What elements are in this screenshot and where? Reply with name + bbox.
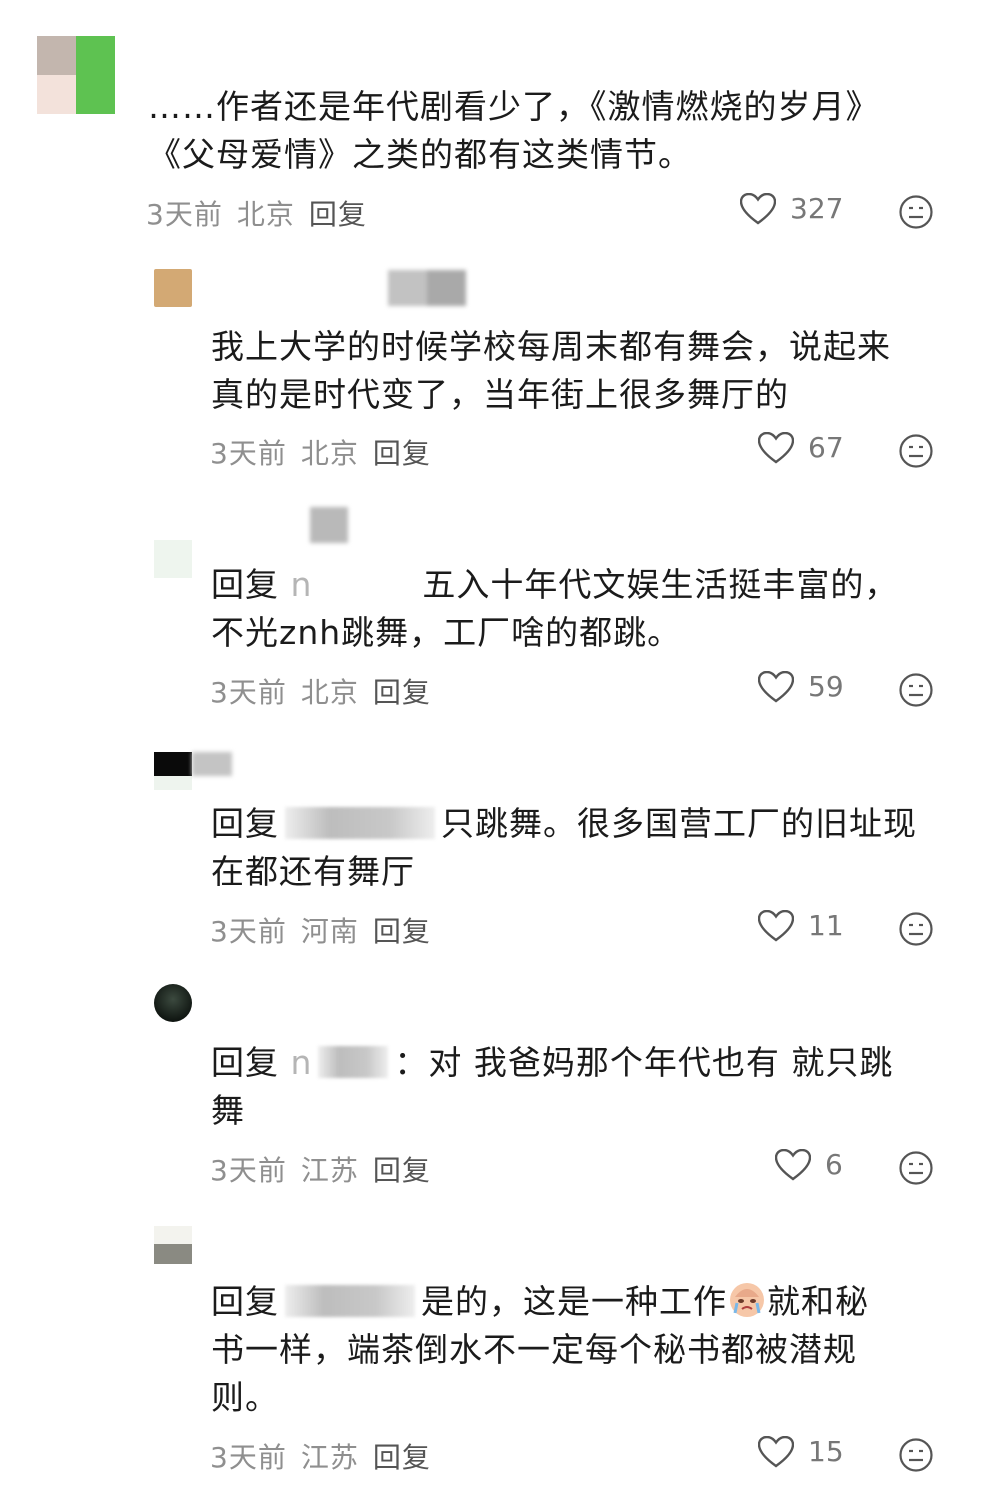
emoji-reaction-icon[interactable] [898,194,934,230]
avatar[interactable] [37,36,115,114]
comment-text[interactable]: 我上大学的时候学校每周末都有舞会，说起来 真的是时代变了，当年街上很多舞厅的 [211,323,891,419]
comment-text[interactable]: 回复 n ：对 我爸妈那个年代也有 就只跳 舞 [211,1039,893,1135]
like-button[interactable]: 15 [758,1435,844,1468]
reply-prefix: 回复 [211,1043,279,1082]
like-count: 11 [808,909,844,942]
comment-time: 3天前 [210,915,287,948]
comment-location: 江苏 [300,1154,359,1187]
avatar[interactable] [154,540,192,578]
comment-meta: 3天前 江苏 回复 [210,1436,445,1476]
username-masked [388,270,466,306]
like-button[interactable]: 67 [758,431,844,464]
reply-button[interactable]: 回复 [373,437,431,470]
avatar[interactable] [154,752,192,790]
reply-button[interactable]: 回复 [309,198,367,231]
username-masked [310,507,348,543]
reply-button[interactable]: 回复 [373,676,431,709]
comment-location: 北京 [300,437,359,470]
like-button[interactable]: 11 [758,909,844,942]
comment-meta: 3天前 北京 回复 [146,193,381,233]
username-masked [192,752,232,776]
like-count: 327 [790,192,844,225]
emoji-reaction-icon[interactable] [898,433,934,469]
like-count: 6 [825,1148,843,1181]
emoji-reaction-icon[interactable] [898,672,934,708]
like-button[interactable]: 327 [740,192,843,225]
reply-target-name[interactable]: n [291,565,313,604]
heart-icon [775,1148,811,1180]
reply-button[interactable]: 回复 [373,1154,431,1187]
comment-time: 3天前 [210,437,287,470]
avatar[interactable] [154,984,192,1022]
reply-target-name[interactable] [285,1285,415,1317]
heart-icon [758,670,794,702]
comment-location: 江苏 [300,1441,359,1474]
comment-meta: 3天前 江苏 回复 [210,1149,445,1189]
like-count: 67 [808,431,844,464]
like-button[interactable]: 6 [775,1148,843,1181]
reply-target-name[interactable]: n [291,1043,313,1082]
comment-location: 北京 [300,676,359,709]
like-button[interactable]: 59 [758,670,844,703]
heart-icon [758,1435,794,1467]
comment-location: 北京 [236,198,295,231]
reply-prefix: 回复 [211,1282,279,1321]
heart-icon [758,909,794,941]
reply-prefix: 回复 [211,804,279,843]
like-count: 59 [808,670,844,703]
heart-icon [758,431,794,463]
comment-time: 3天前 [146,198,223,231]
comment-text[interactable]: 回复 只跳舞。很多国营工厂的旧址现 在都还有舞厅 [211,800,917,896]
comment-text[interactable]: 回复 n 五入十年代文娱生活挺丰富的， 不光znh跳舞，工厂啥的都跳。 [211,561,898,657]
emoji-reaction-icon[interactable] [898,1437,934,1473]
reply-button[interactable]: 回复 [373,915,431,948]
comment-location: 河南 [300,915,359,948]
avatar[interactable] [154,269,192,307]
emoji-reaction-icon[interactable] [898,1150,934,1186]
crying-face-emoji-icon [730,1283,764,1317]
comment-time: 3天前 [210,1441,287,1474]
heart-icon [740,192,776,224]
comment-meta: 3天前 北京 回复 [210,671,445,711]
comment-time: 3天前 [210,1154,287,1187]
comment-text[interactable]: ……作者还是年代剧看少了，《激情燃烧的岁月》 《父母爱情》之类的都有这类情节。 [148,83,880,179]
comment-meta: 3天前 北京 回复 [210,432,445,472]
emoji-reaction-icon[interactable] [898,911,934,947]
reply-target-name[interactable] [285,807,435,839]
reply-button[interactable]: 回复 [373,1441,431,1474]
like-count: 15 [808,1435,844,1468]
comment-meta: 3天前 河南 回复 [210,910,445,950]
reply-prefix: 回复 [211,565,279,604]
avatar[interactable] [154,1226,192,1264]
comment-time: 3天前 [210,676,287,709]
comment-text[interactable]: 回复 是的，这是一种工作 就和秘 书一样，端茶倒水不一定每个秘书都被潜规 则。 [211,1278,869,1422]
